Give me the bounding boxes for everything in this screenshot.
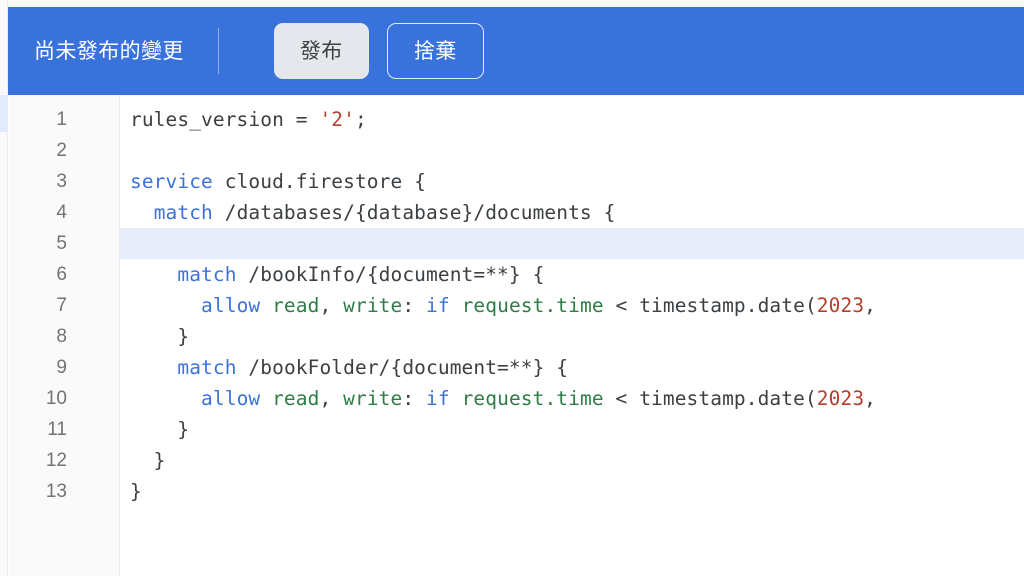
line-number: 2 <box>56 140 67 161</box>
code-token: match <box>177 263 237 286</box>
vertical-scrollbar-thumb[interactable] <box>0 95 8 132</box>
line-number: 9 <box>56 357 67 378</box>
line-number: 1 <box>56 109 67 130</box>
banner-divider <box>217 28 219 74</box>
code-line[interactable]: match /bookFolder/{document=**} { <box>120 352 1024 383</box>
publish-button[interactable]: 發布 <box>273 23 369 79</box>
code-token: if <box>426 294 450 317</box>
code-token: < timestamp.date( <box>603 294 817 317</box>
line-number-gutter: 1 2 3 4 5 6 7 8 9 10 11 12 13 <box>9 95 120 576</box>
code-line[interactable]: match /databases/{database}/documents { <box>120 197 1024 228</box>
code-token: match <box>177 356 237 379</box>
line-number: 7 <box>56 295 67 316</box>
code-line[interactable]: } <box>120 476 1024 507</box>
code-token: /bookInfo/{document=**} { <box>236 263 545 286</box>
code-line[interactable]: } <box>120 414 1024 445</box>
code-token: service <box>130 170 213 193</box>
code-token: write <box>343 387 403 410</box>
page-background-top <box>0 0 1024 7</box>
line-number: 4 <box>56 202 67 223</box>
code-token: , <box>319 294 344 317</box>
code-token: cloud.firestore { <box>212 170 427 193</box>
code-token: /bookFolder/{document=**} { <box>236 356 569 379</box>
line-number: 11 <box>47 419 67 440</box>
line-number: 5 <box>56 233 67 254</box>
code-line[interactable]: service cloud.firestore { <box>120 166 1024 197</box>
code-token: ; <box>354 108 367 131</box>
page-background-left <box>0 0 8 576</box>
unpublished-changes-label: 尚未發布的變更 <box>34 39 184 63</box>
code-token: < timestamp.date( <box>603 387 817 410</box>
code-line[interactable] <box>120 228 1024 259</box>
code-token: } <box>130 480 142 503</box>
code-token: /databases/{database}/documents { <box>212 201 616 224</box>
code-token: , <box>864 387 877 410</box>
code-token: : <box>402 387 427 410</box>
code-token: match <box>153 201 213 224</box>
line-number: 13 <box>45 481 67 502</box>
code-line[interactable]: } <box>120 321 1024 352</box>
code-token: request.time <box>461 294 604 317</box>
code-content-area[interactable]: rules_version = '2'; service cloud.fires… <box>120 95 1024 576</box>
code-token: : <box>402 294 427 317</box>
rules-editor-screen: 尚未發布的變更 發布 捨棄 1 2 3 4 5 6 7 8 9 10 11 12 13 rules_ve… <box>0 0 1024 576</box>
code-token: , <box>319 387 344 410</box>
line-number: 8 <box>56 326 67 347</box>
code-line-list: rules_version = '2'; service cloud.fires… <box>120 95 1024 507</box>
code-token: allow <box>201 294 261 317</box>
line-number: 6 <box>56 264 67 285</box>
code-token: '2' <box>319 108 355 131</box>
line-number: 10 <box>45 388 67 409</box>
code-line[interactable]: } <box>120 445 1024 476</box>
code-token: } <box>130 418 190 441</box>
line-number-list: 1 2 3 4 5 6 7 8 9 10 11 12 13 <box>9 95 119 507</box>
code-token: 2023 <box>816 387 865 410</box>
code-token: write <box>343 294 403 317</box>
unpublished-changes-banner: 尚未發布的變更 發布 捨棄 <box>8 7 1024 95</box>
code-token: read <box>272 294 320 317</box>
code-line[interactable]: allow read, write: if request.time < tim… <box>120 290 1024 321</box>
code-token: 2023 <box>816 294 865 317</box>
code-token: if <box>426 387 450 410</box>
code-line[interactable]: match /bookInfo/{document=**} { <box>120 259 1024 290</box>
code-line[interactable]: rules_version = '2'; <box>120 104 1024 135</box>
code-token: rules_version = <box>130 108 320 131</box>
code-line[interactable]: allow read, write: if request.time < tim… <box>120 383 1024 414</box>
line-number: 12 <box>45 450 67 471</box>
code-token: read <box>272 387 320 410</box>
code-token: } <box>130 325 190 348</box>
line-number: 3 <box>56 171 67 192</box>
banner-actions: 發布 捨棄 <box>273 23 484 79</box>
code-editor[interactable]: 1 2 3 4 5 6 7 8 9 10 11 12 13 rules_version = '2'; s… <box>9 95 1024 576</box>
code-token: , <box>864 294 877 317</box>
code-token: } <box>130 449 166 472</box>
code-token: request.time <box>461 387 604 410</box>
code-token: allow <box>201 387 261 410</box>
discard-button[interactable]: 捨棄 <box>386 23 484 79</box>
code-line[interactable] <box>120 135 1024 166</box>
